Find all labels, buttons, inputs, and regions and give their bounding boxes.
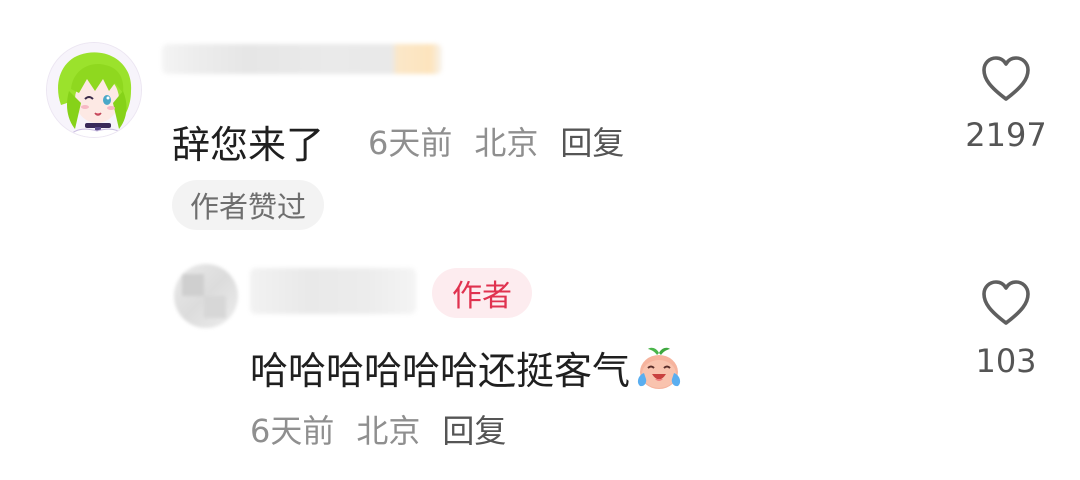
reply-time: 6天前 (250, 412, 335, 450)
reply-like-count: 103 (975, 342, 1037, 380)
comment-location: 北京 (474, 124, 539, 162)
heart-icon (982, 280, 1030, 325)
heart-icon (982, 56, 1030, 101)
author-badge: 作者 (432, 268, 532, 318)
reply-text-row: 哈哈哈哈哈哈还挺客气 (250, 340, 684, 395)
comment-meta: 6天前 北京 回复 (368, 118, 624, 164)
reply-text: 哈哈哈哈哈哈还挺客气 (250, 349, 631, 393)
reply-like-button[interactable] (980, 278, 1032, 330)
reply-meta: 6天前 北京 回复 (250, 406, 506, 452)
author-liked-badge: 作者赞过 (172, 180, 325, 230)
reply-reply-button[interactable]: 回复 (442, 412, 506, 450)
comment-like-button[interactable] (980, 54, 1032, 106)
reply-location: 北京 (356, 412, 421, 450)
reply-username-blurred[interactable] (250, 268, 416, 314)
comment-like-count: 2197 (965, 116, 1047, 154)
laughing-crying-emoji-icon (634, 343, 684, 393)
comment-time: 6天前 (368, 124, 453, 162)
comment-thread: 辞您来了 6天前 北京 回复 作者赞过 2197 作者 哈哈哈哈哈哈还挺客气 6… (0, 0, 1080, 480)
commenter-avatar-image (47, 43, 141, 137)
reply-avatar-blurred[interactable] (174, 264, 238, 328)
commenter-avatar[interactable] (46, 42, 142, 138)
commenter-username-blurred[interactable] (162, 44, 442, 74)
comment-text: 辞您来了 (172, 123, 325, 167)
comment-reply-button[interactable]: 回复 (560, 124, 624, 162)
